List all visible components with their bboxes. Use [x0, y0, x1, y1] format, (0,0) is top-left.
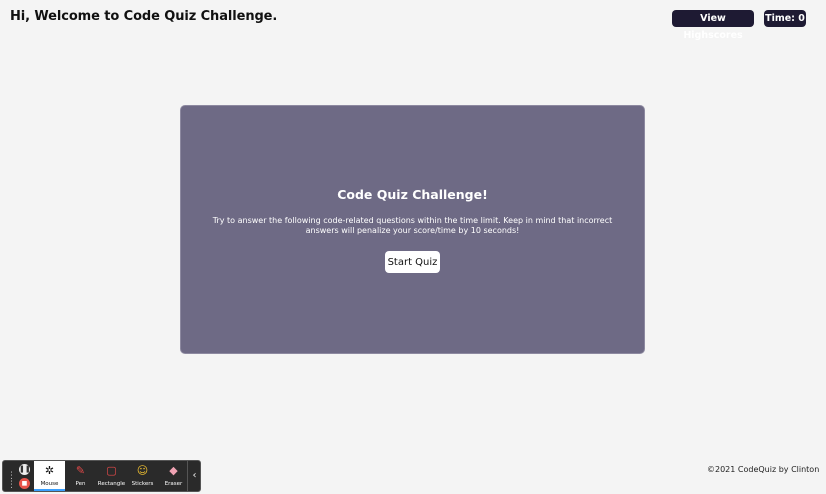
drag-handle-icon[interactable]: ⋮ ⋮ [7, 472, 16, 490]
footer-copyright: ©2021 CodeQuiz by Clinton [707, 465, 820, 474]
card-title: Code Quiz Challenge! [337, 187, 488, 202]
tool-label: Pen [75, 481, 86, 487]
stop-icon[interactable]: ■ [19, 478, 30, 489]
quiz-card: Code Quiz Challenge! Try to answer the f… [180, 105, 645, 354]
mouse-pointer-icon: ✲ [44, 464, 55, 477]
start-quiz-button[interactable]: Start Quiz [385, 251, 440, 273]
tool-label: Rectangle [97, 481, 126, 487]
tool-eraser[interactable]: ◆ Eraser [158, 461, 189, 491]
welcome-title: Hi, Welcome to Code Quiz Challenge. [10, 9, 278, 24]
chevron-left-icon[interactable]: ‹ [187, 461, 201, 491]
tool-label: Stickers [131, 481, 154, 487]
pen-icon: ✎ [75, 464, 86, 477]
tool-label: Eraser [164, 481, 183, 487]
card-description: Try to answer the following code-related… [212, 216, 613, 235]
view-highscores-button[interactable]: View Highscores [672, 10, 754, 41]
annotation-toolbar: ⋮ ⋮ ❚❚ ■ ✲ Mouse ✎ Pen ▢ Rectangle ☺ Stic… [2, 460, 201, 492]
tool-mouse[interactable]: ✲ Mouse [34, 461, 65, 491]
tool-label: Mouse [40, 481, 59, 487]
tool-stickers[interactable]: ☺ Stickers [127, 461, 158, 491]
sticker-icon: ☺ [136, 464, 149, 477]
timer-badge: Time: 0 [764, 10, 806, 27]
tool-rectangle[interactable]: ▢ Rectangle [96, 461, 127, 491]
tool-pen[interactable]: ✎ Pen [65, 461, 96, 491]
rectangle-icon: ▢ [106, 464, 117, 477]
pause-icon[interactable]: ❚❚ [19, 464, 31, 475]
eraser-icon: ◆ [169, 464, 178, 477]
